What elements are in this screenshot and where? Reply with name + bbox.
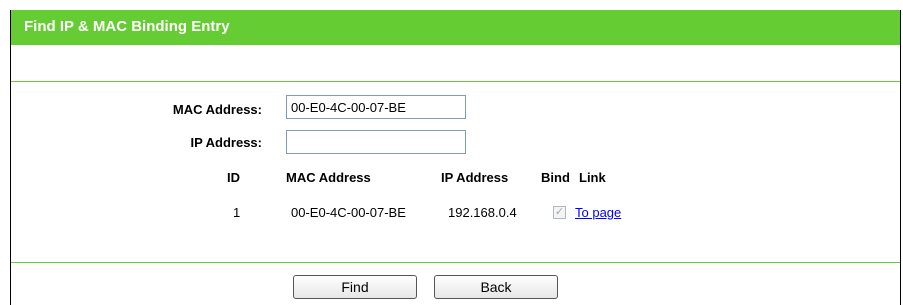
divider-bottom	[11, 262, 900, 263]
column-header-id: ID	[227, 170, 240, 185]
title-bar: Find IP & MAC Binding Entry	[11, 10, 900, 45]
row-ip-cell: 192.168.0.4	[448, 205, 517, 220]
back-button[interactable]: Back	[434, 275, 558, 299]
to-page-link[interactable]: To page	[575, 205, 621, 220]
checkmark-icon: ✓	[554, 206, 565, 218]
column-header-bind: Bind	[541, 170, 570, 185]
ip-address-input[interactable]	[286, 130, 466, 154]
mac-address-input[interactable]	[286, 95, 466, 119]
row-id-cell: 1	[233, 205, 241, 220]
bind-checkbox: ✓	[553, 206, 566, 219]
binding-panel: Find IP & MAC Binding Entry MAC Address:…	[10, 10, 901, 305]
divider-top	[11, 81, 900, 82]
find-button[interactable]: Find	[293, 275, 417, 299]
page-title: Find IP & MAC Binding Entry	[24, 18, 230, 35]
mac-address-label: MAC Address:	[172, 102, 262, 117]
column-header-ip-address: IP Address	[441, 170, 509, 185]
column-header-mac-address: MAC Address	[286, 170, 371, 185]
row-mac-cell: 00-E0-4C-00-07-BE	[291, 205, 406, 220]
ip-address-label: IP Address:	[190, 135, 262, 150]
column-header-link: Link	[579, 170, 606, 185]
